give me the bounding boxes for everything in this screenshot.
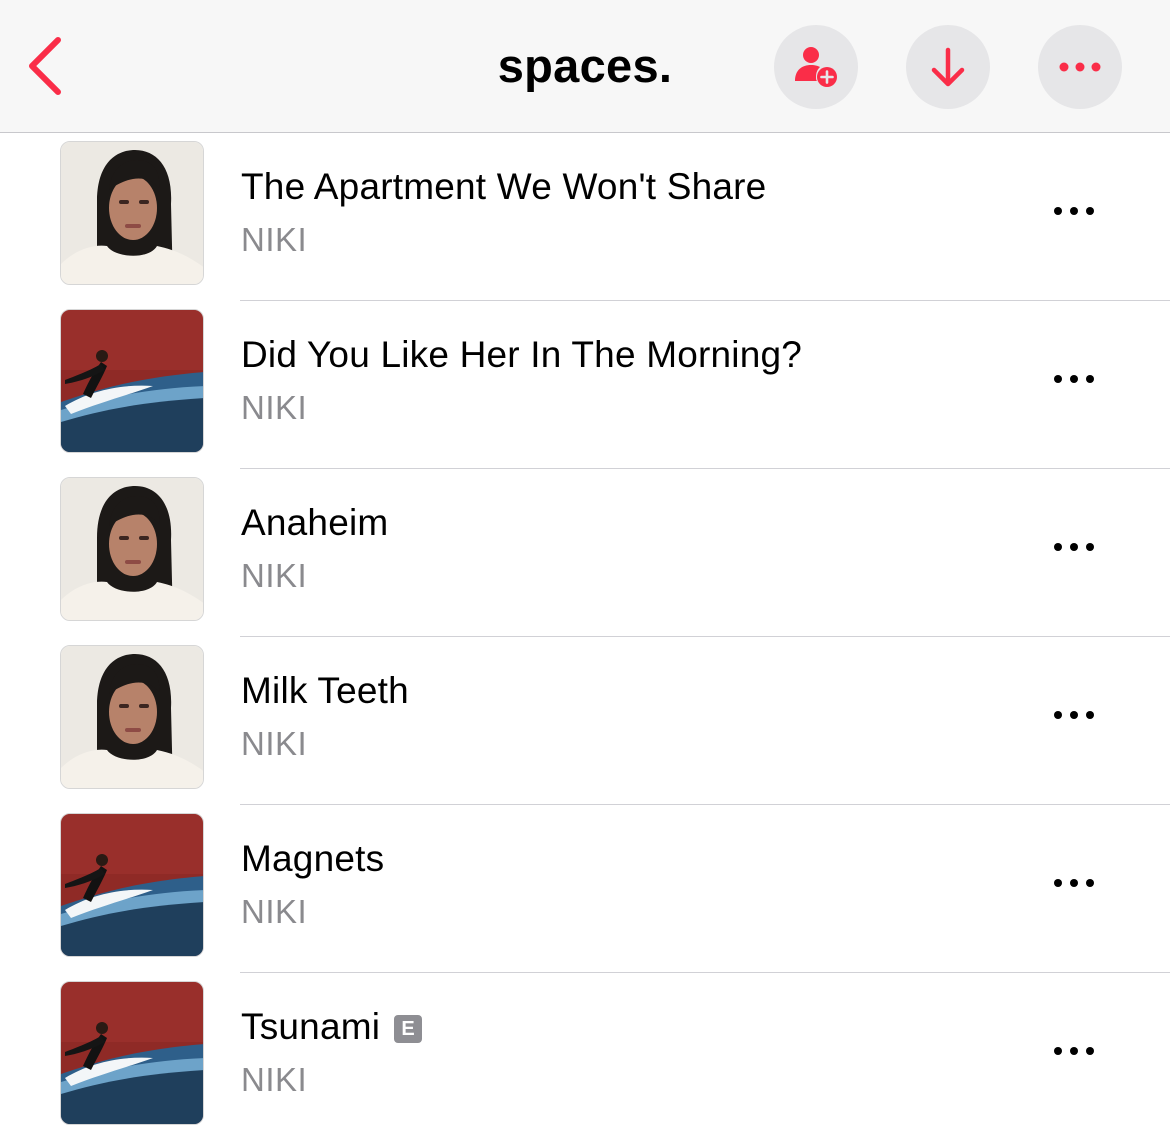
track-title: Did You Like Her In The Morning? bbox=[241, 334, 802, 376]
track-artist: NIKI bbox=[241, 389, 308, 426]
track-more-button[interactable] bbox=[1050, 363, 1098, 395]
track-more-button[interactable] bbox=[1050, 867, 1098, 899]
ellipsis-dot bbox=[1086, 711, 1094, 719]
person-add-icon bbox=[795, 47, 837, 87]
red-wall-car-artwork bbox=[60, 981, 204, 1125]
track-title-text: Did You Like Her In The Morning? bbox=[241, 334, 803, 375]
ellipsis-dot bbox=[1054, 1047, 1062, 1055]
download-button[interactable] bbox=[906, 25, 990, 109]
ellipsis-dot bbox=[1086, 375, 1094, 383]
ellipsis-dot bbox=[1054, 711, 1062, 719]
red-wall-car-artwork bbox=[60, 309, 204, 453]
track-title-text: Milk Teeth bbox=[241, 670, 409, 711]
track-title: Anaheim bbox=[241, 502, 388, 544]
track-list: The Apartment We Won't Share NIKI Did Yo… bbox=[0, 133, 1170, 1136]
track-artist: NIKI bbox=[241, 1061, 308, 1098]
track-title: Milk Teeth bbox=[241, 670, 409, 712]
track-row[interactable]: Milk Teeth NIKI bbox=[0, 637, 1170, 805]
portrait-artwork bbox=[60, 645, 204, 789]
track-title-text: Anaheim bbox=[241, 502, 389, 543]
ellipsis-dot bbox=[1086, 543, 1094, 551]
track-row[interactable]: Tsunami E NIKI bbox=[0, 973, 1170, 1136]
more-button[interactable] bbox=[1038, 25, 1122, 109]
track-title-text: Magnets bbox=[241, 838, 385, 879]
ellipsis-dot bbox=[1054, 207, 1062, 215]
track-artist: NIKI bbox=[241, 725, 308, 762]
ellipsis-dot bbox=[1054, 543, 1062, 551]
track-more-button[interactable] bbox=[1050, 195, 1098, 227]
track-more-button[interactable] bbox=[1050, 699, 1098, 731]
ellipsis-dot bbox=[1086, 207, 1094, 215]
track-artist: NIKI bbox=[241, 221, 308, 258]
ellipsis-dot bbox=[1070, 375, 1078, 383]
page-title: spaces. bbox=[497, 39, 673, 92]
track-title-text: Tsunami bbox=[241, 1006, 381, 1047]
ellipsis-dot bbox=[1070, 207, 1078, 215]
track-title: The Apartment We Won't Share bbox=[241, 166, 766, 208]
ellipsis-dot bbox=[1070, 1047, 1078, 1055]
ellipsis-icon bbox=[1059, 62, 1101, 72]
track-title-text: The Apartment We Won't Share bbox=[241, 166, 767, 207]
explicit-badge: E bbox=[394, 1015, 423, 1043]
ellipsis-dot bbox=[1070, 543, 1078, 551]
ellipsis-dot bbox=[1086, 1047, 1094, 1055]
arrow-down-icon bbox=[931, 47, 965, 87]
track-artist: NIKI bbox=[241, 893, 308, 930]
track-row[interactable]: Magnets NIKI bbox=[0, 805, 1170, 973]
ellipsis-dot bbox=[1070, 879, 1078, 887]
back-button[interactable] bbox=[22, 34, 72, 98]
track-artist: NIKI bbox=[241, 557, 308, 594]
track-title: Magnets bbox=[241, 838, 384, 880]
track-row[interactable]: Did You Like Her In The Morning? NIKI bbox=[0, 301, 1170, 469]
track-more-button[interactable] bbox=[1050, 531, 1098, 563]
ellipsis-dot bbox=[1086, 879, 1094, 887]
track-row[interactable]: Anaheim NIKI bbox=[0, 469, 1170, 637]
navigation-bar: spaces. bbox=[0, 0, 1170, 133]
ellipsis-dot bbox=[1054, 879, 1062, 887]
ellipsis-dot bbox=[1054, 375, 1062, 383]
chevron-left-icon bbox=[29, 37, 61, 95]
red-wall-car-artwork bbox=[60, 813, 204, 957]
add-collaborator-button[interactable] bbox=[774, 25, 858, 109]
ellipsis-dot bbox=[1070, 711, 1078, 719]
track-more-button[interactable] bbox=[1050, 1035, 1098, 1067]
track-row[interactable]: The Apartment We Won't Share NIKI bbox=[0, 133, 1170, 301]
track-title: Tsunami E bbox=[241, 1006, 423, 1048]
portrait-artwork bbox=[60, 141, 204, 285]
portrait-artwork bbox=[60, 477, 204, 621]
